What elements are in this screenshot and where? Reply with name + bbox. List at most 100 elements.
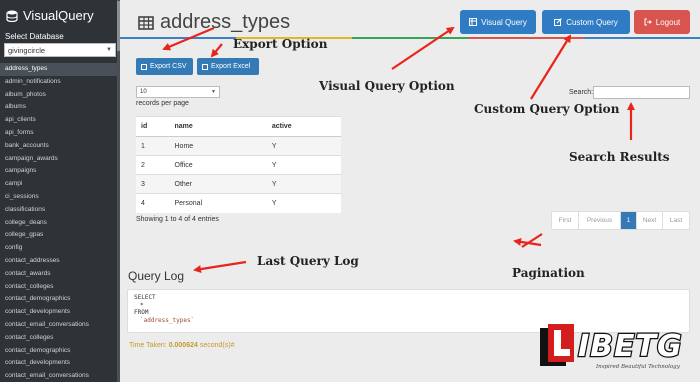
- file-icon: [141, 63, 147, 70]
- visual-query-button[interactable]: Visual Query: [460, 10, 536, 34]
- sidebar-item-album-photos[interactable]: album_photos: [0, 89, 120, 102]
- sidebar-item-bank-accounts[interactable]: bank_accounts: [0, 140, 120, 153]
- brand[interactable]: VisualQuery: [0, 0, 120, 29]
- sidebar-item-campi[interactable]: campi: [0, 178, 120, 191]
- table-cell-id: 2: [136, 155, 170, 175]
- column-header-name[interactable]: name: [169, 116, 267, 137]
- sidebar-item-api-forms[interactable]: api_forms: [0, 127, 120, 140]
- sidebar-item-config[interactable]: config: [0, 242, 120, 255]
- custom-query-button[interactable]: Custom Query: [542, 10, 630, 34]
- page-title: address_types: [138, 11, 290, 34]
- column-header-active[interactable]: active: [266, 116, 341, 137]
- sidebar-item-college-deans[interactable]: college_deans: [0, 217, 120, 230]
- logout-label: Logout: [655, 17, 681, 27]
- search-label: Search:: [569, 89, 594, 96]
- app-name: VisualQuery: [23, 8, 94, 23]
- custom-query-label: Custom Query: [566, 17, 618, 27]
- data-table: id name active 1 Home Y 2 Office Y 3 Other Y 4 Perso…: [136, 116, 341, 213]
- database-select[interactable]: givingcircle ▼: [4, 43, 116, 57]
- sidebar-item-admin-notifications[interactable]: admin_notifications: [0, 76, 120, 89]
- sidebar-item-albums[interactable]: albums: [0, 101, 120, 114]
- sidebar-item-contact-awards[interactable]: contact_awards: [0, 268, 120, 281]
- time-taken-value: 0.000624: [168, 342, 198, 349]
- table-row: 4 Personal Y: [136, 193, 341, 213]
- ibetg-watermark-logo: IBETG IBETG Inspired Beautiful Technolog…: [538, 318, 698, 378]
- sidebar-item-ci-sessions[interactable]: ci_sessions: [0, 191, 120, 204]
- color-bar-segment: [584, 37, 700, 39]
- export-csv-label: Export CSV: [150, 63, 187, 70]
- select-database-label: Select Database: [5, 32, 64, 41]
- pagination-next[interactable]: Next: [637, 212, 663, 229]
- page-title-text: address_types: [160, 11, 291, 33]
- sidebar-item-contact-demographics[interactable]: contact_demographics: [0, 293, 120, 306]
- table-icon: [138, 15, 154, 31]
- chevron-down-icon: ▼: [106, 47, 112, 53]
- color-bar-segment: [468, 37, 584, 39]
- export-excel-button[interactable]: Export Excel: [197, 58, 259, 75]
- annotation-custom-query: Custom Query Option: [474, 102, 620, 116]
- ibetg-logo-icon: IBETG IBETG Inspired Beautiful Technolog…: [540, 324, 683, 370]
- svg-text:IBETG: IBETG: [578, 329, 683, 364]
- annotation-last-query: Last Query Log: [257, 254, 359, 268]
- sidebar-item-contact-colleges[interactable]: contact_colleges: [0, 332, 120, 345]
- color-bar-segment: [120, 37, 236, 39]
- database-icon: [6, 10, 18, 22]
- sidebar-item-contact-colleges[interactable]: contact_colleges: [0, 281, 120, 294]
- search-input[interactable]: [593, 86, 690, 99]
- sidebar-item-college-gpas[interactable]: college_gpas: [0, 229, 120, 242]
- export-csv-button[interactable]: Export CSV: [136, 58, 193, 75]
- table-cell-id: 3: [136, 174, 170, 194]
- header: address_types Visual Query Custom Query …: [120, 0, 700, 39]
- sidebar-item-contact-email-conversations[interactable]: contact_email_conversations: [0, 370, 120, 382]
- pagination-current-page[interactable]: 1: [621, 212, 637, 229]
- table-list: address_types admin_notifications album_ph…: [0, 63, 120, 382]
- annotation-pagination: Pagination: [512, 266, 585, 280]
- records-per-page-label: records per page: [136, 100, 189, 107]
- logout-button[interactable]: Logout: [634, 10, 690, 34]
- table-info: Showing 1 to 4 of 4 entries: [136, 216, 219, 223]
- table-header-row: id name active: [136, 116, 341, 137]
- sidebar-item-classifications[interactable]: classifications: [0, 204, 120, 217]
- pagination-first[interactable]: First: [552, 212, 579, 229]
- annotation-export: Export Option: [233, 37, 328, 51]
- sidebar-item-contact-demographics[interactable]: contact_demographics: [0, 345, 120, 358]
- table-row: 1 Home Y: [136, 136, 341, 156]
- header-color-bar: [120, 37, 700, 39]
- pagination-last[interactable]: Last: [663, 212, 689, 229]
- column-header-id[interactable]: id: [136, 116, 170, 137]
- sign-out-icon: [644, 18, 652, 26]
- table-row: 2 Office Y: [136, 155, 341, 175]
- sidebar-item-contact-email-conversations[interactable]: contact_email_conversations: [0, 319, 120, 332]
- table-cell-name: Personal: [169, 193, 267, 213]
- sidebar: VisualQuery Select Database givingcircle…: [0, 0, 120, 382]
- sidebar-item-api-clients[interactable]: api_clients: [0, 114, 120, 127]
- table-cell-active: Y: [266, 136, 341, 156]
- query-line: FROM: [134, 309, 149, 316]
- table-cell-name: Home: [169, 136, 267, 156]
- pagination-previous[interactable]: Previous: [579, 212, 621, 229]
- table-cell-id: 4: [136, 193, 170, 213]
- records-per-page-value: 10: [140, 89, 147, 95]
- sidebar-item-contact-addresses[interactable]: contact_addresses: [0, 255, 120, 268]
- table-cell-active: Y: [266, 155, 341, 175]
- sidebar-item-campaigns[interactable]: campaigns: [0, 165, 120, 178]
- table-body: 1 Home Y 2 Office Y 3 Other Y 4 Personal Y: [136, 136, 341, 213]
- records-per-page-select[interactable]: 10 ▼: [136, 86, 220, 98]
- time-taken: Time Taken: 0.000624 second(s)#: [129, 342, 234, 349]
- visual-query-label: Visual Query: [481, 17, 527, 27]
- chevron-down-icon: ▼: [211, 89, 216, 95]
- sidebar-item-address-types[interactable]: address_types: [0, 63, 120, 76]
- table-cell-active: Y: [266, 174, 341, 194]
- sidebar-item-contact-developments[interactable]: contact_developments: [0, 357, 120, 370]
- table-cell-name: Office: [169, 155, 267, 175]
- table-row: 3 Other Y: [136, 174, 341, 194]
- table-cell-id: 1: [136, 136, 170, 156]
- edit-icon: [554, 18, 563, 26]
- sidebar-item-contact-developments[interactable]: contact_developments: [0, 306, 120, 319]
- time-taken-unit: second(s)#: [197, 342, 235, 349]
- query-line: SELECT: [134, 294, 156, 301]
- database-select-value: givingcircle: [8, 45, 46, 55]
- file-icon: [202, 63, 208, 70]
- table-cell-active: Y: [266, 193, 341, 213]
- sidebar-item-campaign-awards[interactable]: campaign_awards: [0, 153, 120, 166]
